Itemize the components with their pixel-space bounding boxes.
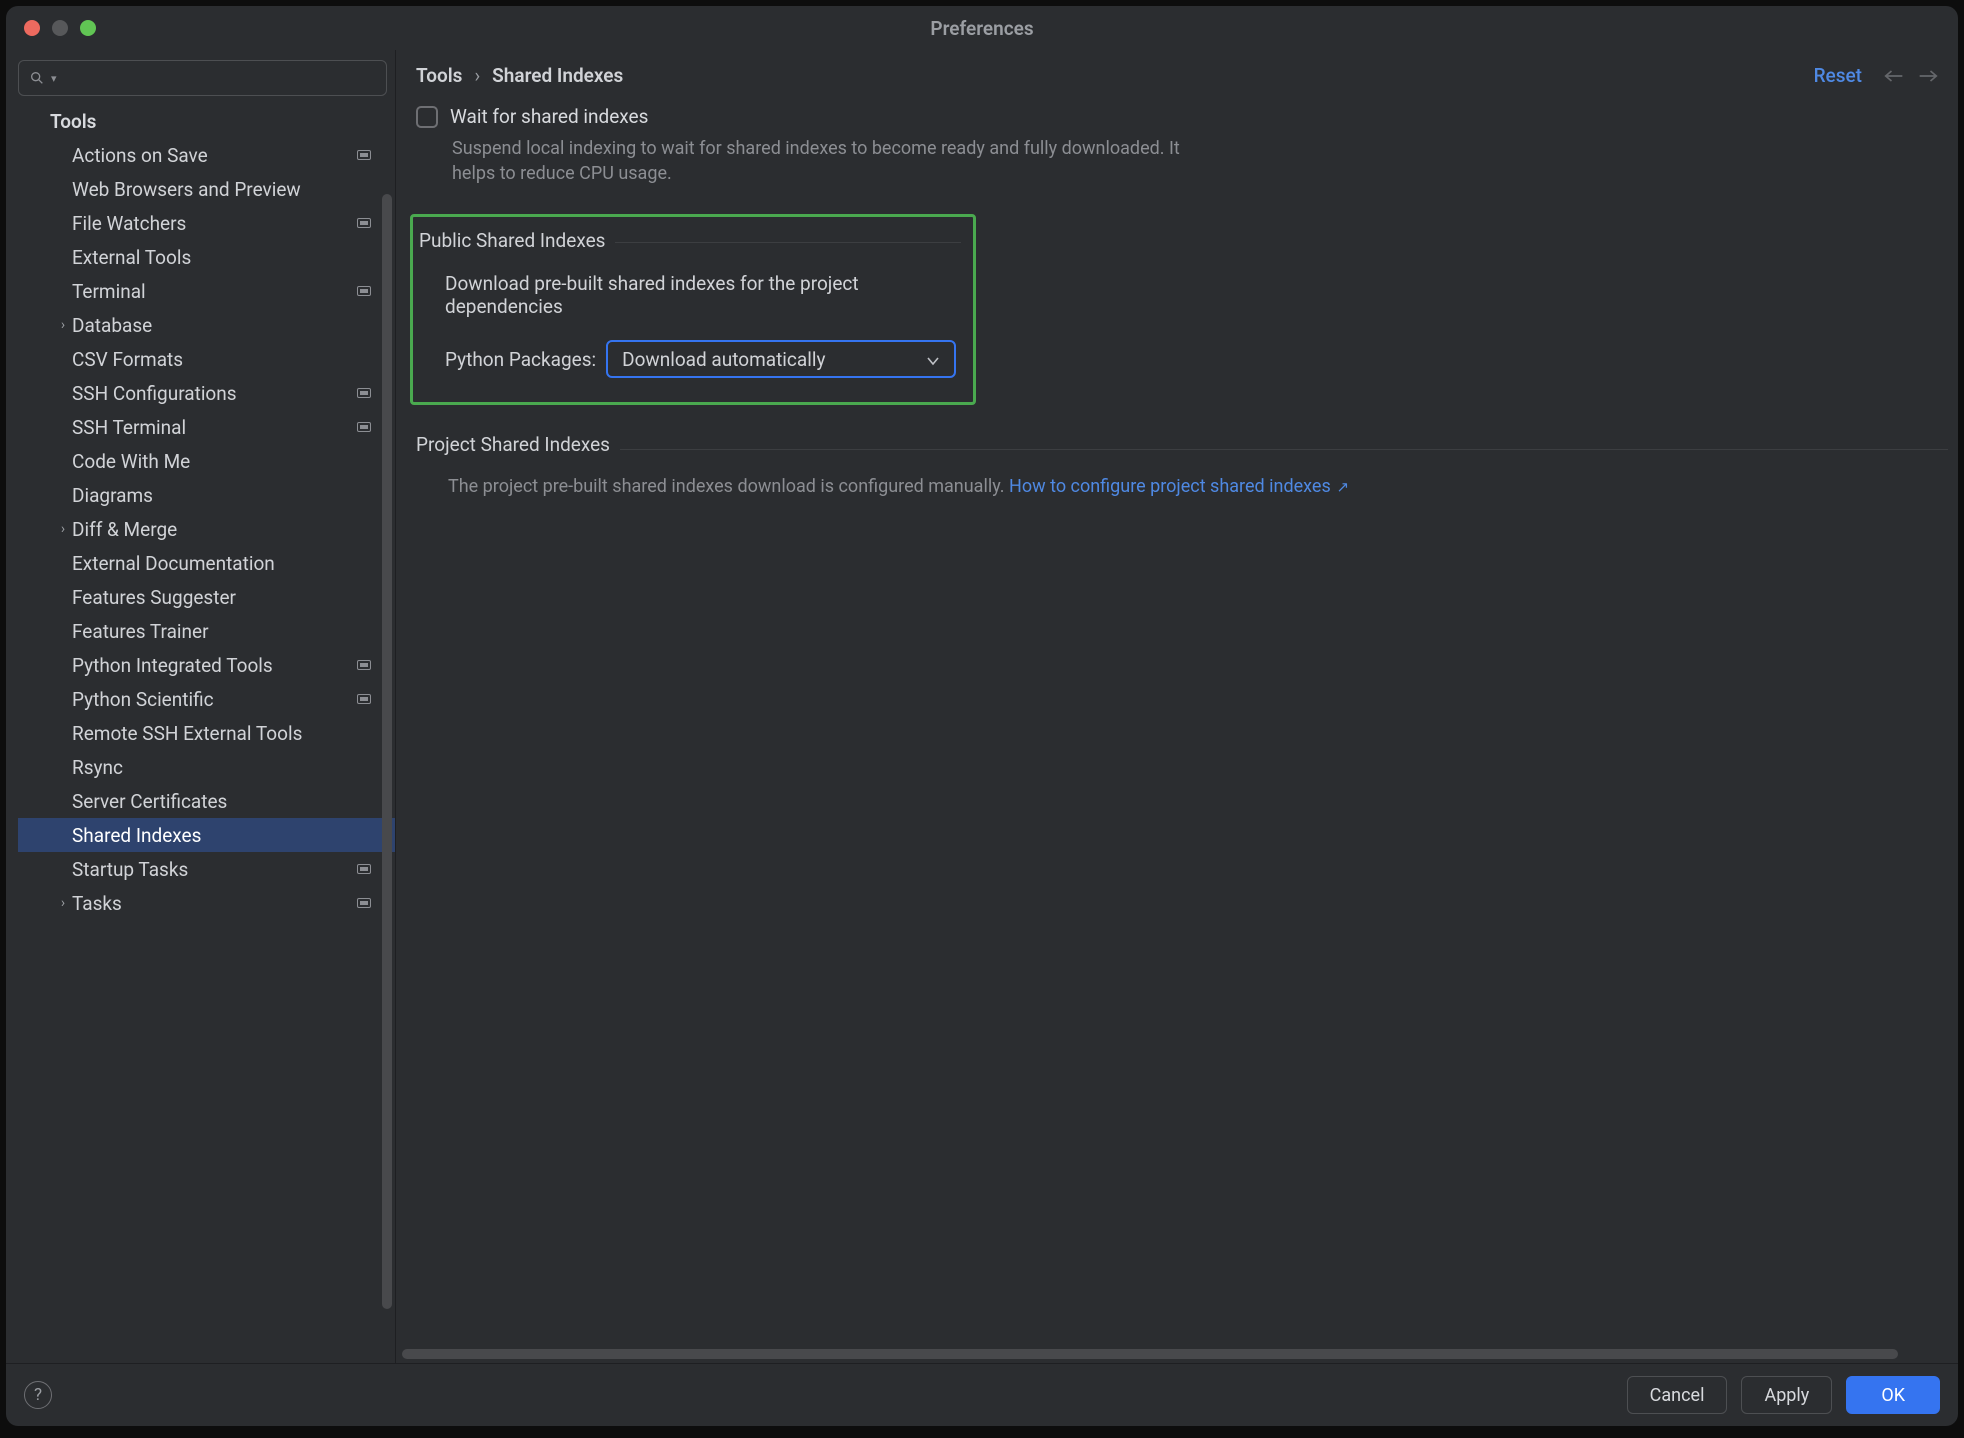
sidebar-item[interactable]: Remote SSH External Tools — [18, 716, 395, 750]
sidebar-item[interactable]: SSH Terminal — [18, 410, 395, 444]
chevron-down-icon — [926, 348, 940, 371]
project-level-icon — [357, 388, 371, 398]
sidebar-item[interactable]: Python Integrated Tools — [18, 648, 395, 682]
window-title: Preferences — [6, 17, 1958, 40]
external-link-icon: ↗ — [1333, 478, 1349, 496]
python-packages-dropdown[interactable]: Download automatically — [606, 340, 956, 378]
search-input[interactable]: ▾ — [18, 60, 387, 96]
sidebar-item-label: Diagrams — [72, 484, 371, 507]
sidebar-item-label: External Documentation — [72, 552, 371, 575]
sidebar-item-label: Features Suggester — [72, 586, 371, 609]
sidebar-item-label: Startup Tasks — [72, 858, 357, 881]
python-packages-label: Python Packages: — [445, 348, 596, 371]
cancel-button[interactable]: Cancel — [1627, 1376, 1728, 1414]
sidebar-item-label: File Watchers — [72, 212, 357, 235]
chevron-right-icon: › — [54, 521, 72, 537]
sidebar-item-label: SSH Configurations — [72, 382, 357, 405]
sidebar-item-label: Python Scientific — [72, 688, 357, 711]
sidebar-item-label: Diff & Merge — [72, 518, 371, 541]
sidebar-item-label: CSV Formats — [72, 348, 371, 371]
project-level-icon — [357, 864, 371, 874]
sidebar-item[interactable]: File Watchers — [18, 206, 395, 240]
public-shared-indexes-section: Public Shared Indexes Download pre-built… — [410, 214, 976, 405]
project-level-icon — [357, 218, 371, 228]
python-packages-value: Download automatically — [622, 348, 825, 371]
help-button[interactable]: ? — [24, 1381, 52, 1409]
public-section-title: Public Shared Indexes — [419, 229, 605, 252]
sidebar-item[interactable]: Code With Me — [18, 444, 395, 478]
project-level-icon — [357, 150, 371, 160]
nav-back-button[interactable] — [1884, 69, 1904, 83]
sidebar-item[interactable]: Terminal — [18, 274, 395, 308]
nav-forward-button[interactable] — [1918, 69, 1938, 83]
sidebar-item-label: Database — [72, 314, 371, 337]
sidebar-item-label: Remote SSH External Tools — [72, 722, 371, 745]
project-level-icon — [357, 694, 371, 704]
main-horizontal-scrollbar[interactable] — [402, 1349, 1944, 1359]
sidebar-item-label: Rsync — [72, 756, 371, 779]
sidebar-item-label: Shared Indexes — [72, 824, 371, 847]
sidebar-item[interactable]: ›Database — [18, 308, 395, 342]
breadcrumb-leaf: Shared Indexes — [492, 64, 623, 87]
sidebar-item-label: Tasks — [72, 892, 357, 915]
wait-for-shared-indexes-label: Wait for shared indexes — [450, 105, 648, 128]
sidebar-item-label: Python Integrated Tools — [72, 654, 357, 677]
project-level-icon — [357, 422, 371, 432]
project-section-title: Project Shared Indexes — [416, 433, 610, 456]
reset-link[interactable]: Reset — [1814, 64, 1862, 87]
sidebar-item-label: Server Certificates — [72, 790, 371, 813]
sidebar-item[interactable]: Web Browsers and Preview — [18, 172, 395, 206]
sidebar-item-label: Code With Me — [72, 450, 371, 473]
apply-button[interactable]: Apply — [1741, 1376, 1832, 1414]
sidebar-item[interactable]: ›Tasks — [18, 886, 395, 920]
sidebar-item-label: Features Trainer — [72, 620, 371, 643]
search-options-chevron-icon[interactable]: ▾ — [51, 72, 57, 85]
search-icon — [29, 70, 45, 86]
sidebar-item[interactable]: CSV Formats — [18, 342, 395, 376]
sidebar-section-header[interactable]: Tools — [18, 104, 395, 138]
chevron-right-icon: › — [54, 317, 72, 333]
sidebar-item-label: External Tools — [72, 246, 371, 269]
main-panel: Tools › Shared Indexes Reset Wait — [396, 50, 1958, 1363]
sidebar-item[interactable]: Startup Tasks — [18, 852, 395, 886]
sidebar-item[interactable]: Diagrams — [18, 478, 395, 512]
sidebar-item-label: Actions on Save — [72, 144, 357, 167]
sidebar-item[interactable]: Shared Indexes — [18, 818, 395, 852]
sidebar-item[interactable]: SSH Configurations — [18, 376, 395, 410]
sidebar-item[interactable]: Features Suggester — [18, 580, 395, 614]
ok-button[interactable]: OK — [1846, 1376, 1940, 1414]
breadcrumb-root[interactable]: Tools — [416, 64, 462, 87]
sidebar-item[interactable]: Actions on Save — [18, 138, 395, 172]
sidebar-item[interactable]: Server Certificates — [18, 784, 395, 818]
sidebar-item[interactable]: External Tools — [18, 240, 395, 274]
public-section-desc: Download pre-built shared indexes for th… — [445, 272, 961, 318]
chevron-right-icon: › — [54, 895, 72, 911]
settings-tree: Tools Actions on Save Web Browsers and Pre… — [18, 104, 395, 1353]
sidebar-item[interactable]: External Documentation — [18, 546, 395, 580]
sidebar-item-label: Tools — [50, 110, 371, 133]
project-level-icon — [357, 286, 371, 296]
wait-for-shared-indexes-checkbox[interactable] — [416, 106, 438, 128]
sidebar-item[interactable]: Python Scientific — [18, 682, 395, 716]
sidebar: ▾ Tools Actions on Save Web Browsers and P… — [6, 50, 396, 1363]
sidebar-item[interactable]: ›Diff & Merge — [18, 512, 395, 546]
sidebar-item-label: SSH Terminal — [72, 416, 357, 439]
wait-help-text: Suspend local indexing to wait for share… — [452, 136, 1212, 186]
sidebar-scrollbar[interactable] — [382, 154, 392, 1349]
project-config-link[interactable]: How to configure project shared indexes … — [1009, 476, 1349, 497]
project-level-icon — [357, 660, 371, 670]
breadcrumb-separator-icon: › — [474, 64, 480, 87]
sidebar-item-label: Web Browsers and Preview — [72, 178, 371, 201]
titlebar: Preferences — [6, 6, 1958, 50]
project-section-desc: The project pre-built shared indexes dow… — [448, 476, 1005, 497]
sidebar-item[interactable]: Features Trainer — [18, 614, 395, 648]
project-level-icon — [357, 898, 371, 908]
sidebar-item[interactable]: Rsync — [18, 750, 395, 784]
sidebar-item-label: Terminal — [72, 280, 357, 303]
